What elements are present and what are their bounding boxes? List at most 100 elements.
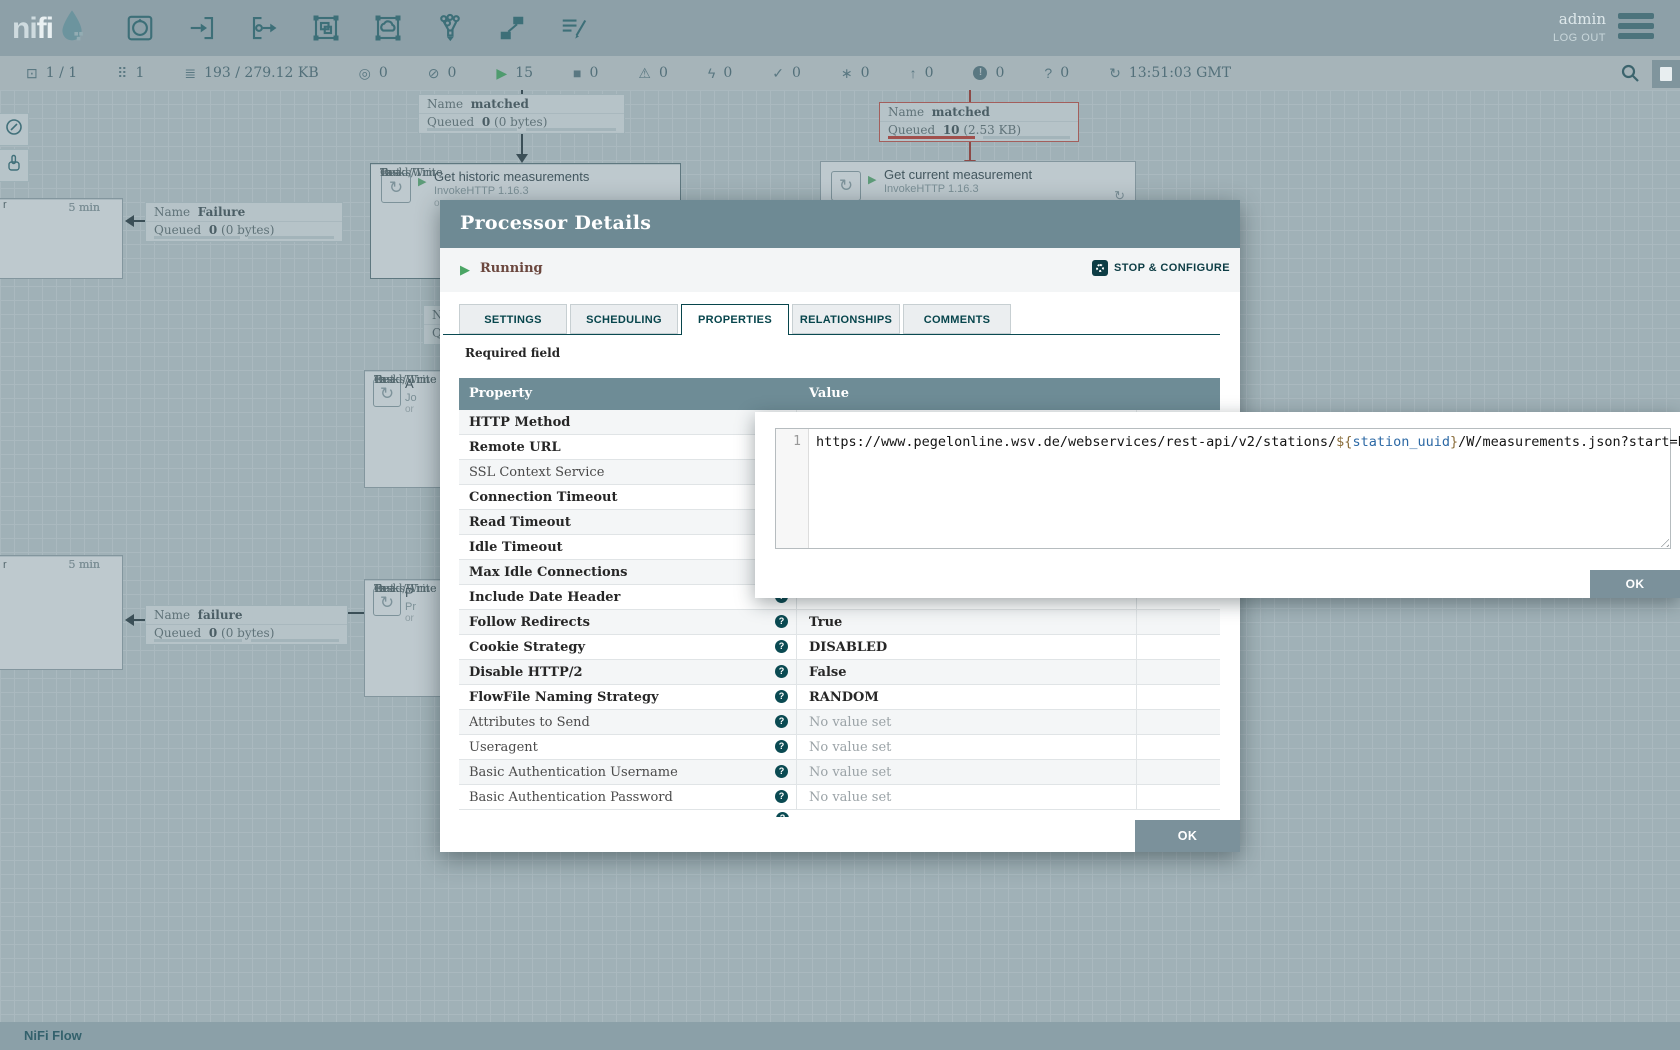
processor-type-fragment: Jo xyxy=(405,392,417,404)
status-icon: ⊡ xyxy=(26,65,38,82)
stop-and-configure-button[interactable]: STOP & CONFIGURE xyxy=(1092,260,1230,276)
processor-type-icon: ↻ xyxy=(831,171,861,201)
tab[interactable]: COMMENTS xyxy=(903,304,1011,334)
tab[interactable]: PROPERTIES xyxy=(681,304,789,335)
connection-name: matched xyxy=(932,105,990,119)
resize-handle[interactable] xyxy=(1657,535,1669,547)
queued-size: (0 bytes) xyxy=(221,626,274,640)
tab[interactable]: SCHEDULING xyxy=(570,304,678,334)
property-name-cell: FlowFile Naming Strategy ? xyxy=(459,685,797,709)
running-status-text: Running xyxy=(480,261,543,276)
help-icon: ? xyxy=(776,812,789,817)
dialog-tabs: SETTINGSSCHEDULINGPROPERTIESRELATIONSHIP… xyxy=(443,304,1220,335)
status-item: ⠿ 1 xyxy=(117,65,144,82)
property-name: Disable HTTP/2 xyxy=(469,665,583,680)
page-icon xyxy=(1660,67,1672,81)
help-icon[interactable]: ? xyxy=(775,665,788,678)
app-header: nifi admin LOG OUT xyxy=(0,0,1680,56)
status-icon: ∗ xyxy=(841,65,853,82)
connection-label-matched-historic[interactable]: Name matched Queued 0 (0 bytes) xyxy=(418,94,625,134)
property-name-cell: Read Timeout ? xyxy=(459,510,797,534)
help-icon[interactable]: ? xyxy=(775,715,788,728)
status-value: 0 xyxy=(1060,65,1069,81)
url-text: https://www.pegelonline.wsv.de/webservic… xyxy=(816,434,1336,450)
template-icon[interactable] xyxy=(494,10,530,46)
status-icon: ■ xyxy=(573,65,581,81)
property-name: SSL Context Service xyxy=(469,465,604,480)
property-value-cell[interactable]: True xyxy=(797,610,1137,634)
hand-icon xyxy=(5,154,23,177)
property-name-cell: Attributes to Send ? xyxy=(459,710,797,734)
breadcrumb-bar: NiFi Flow xyxy=(0,1022,1680,1050)
connection-name-label: Name xyxy=(427,97,463,111)
status-icon: ≣ xyxy=(184,65,196,82)
connection-name-label: Name xyxy=(154,608,190,622)
property-value-cell[interactable]: DISABLED xyxy=(797,635,1137,659)
property-value-cell[interactable]: No value set xyxy=(797,760,1137,784)
tab[interactable]: RELATIONSHIPS xyxy=(792,304,900,334)
status-value: 0 xyxy=(861,65,870,81)
remote-process-group-icon[interactable] xyxy=(370,10,406,46)
label-icon[interactable] xyxy=(556,10,592,46)
status-item: ∗ 0 xyxy=(841,65,870,82)
row-spacer xyxy=(1137,760,1220,784)
global-menu-icon[interactable] xyxy=(1618,13,1654,39)
output-port-icon[interactable] xyxy=(246,10,282,46)
queued-count: 0 xyxy=(482,115,490,129)
navigate-palette-button[interactable] xyxy=(0,113,29,146)
connection-label-failure-upper[interactable]: Name Failure Queued 0 (0 bytes) xyxy=(145,202,343,242)
status-item: ▶ 15 xyxy=(496,65,533,82)
processor-left-lower-partial[interactable]: r 5 min5 min5 min5 min xyxy=(0,555,123,670)
help-icon[interactable]: ? xyxy=(775,640,788,653)
help-icon[interactable]: ? xyxy=(775,690,788,703)
flow-settings-button[interactable] xyxy=(1652,60,1680,88)
connection-label-failure-lower[interactable]: Name failure Queued 0 (0 bytes) xyxy=(145,605,348,645)
breadcrumb[interactable]: NiFi Flow xyxy=(24,1028,82,1043)
funnel-icon[interactable] xyxy=(432,10,468,46)
editor-ok-button[interactable]: OK xyxy=(1590,570,1680,598)
property-value-cell[interactable]: No value set xyxy=(797,785,1137,809)
processor-icon[interactable] xyxy=(122,10,158,46)
value-column-header: Value xyxy=(797,378,849,410)
connection-label-matched-current[interactable]: Name matched Queued 10 (2.53 KB) xyxy=(879,102,1079,142)
search-button[interactable] xyxy=(1620,63,1640,88)
process-group-icon[interactable] xyxy=(308,10,344,46)
status-value: 0 xyxy=(925,65,934,81)
operate-palette-button[interactable] xyxy=(0,149,29,182)
help-icon[interactable]: ? xyxy=(775,790,788,803)
property-value-cell[interactable]: False xyxy=(797,660,1137,684)
dialog-ok-button[interactable]: OK xyxy=(1135,820,1240,852)
queued-count: 0 xyxy=(209,223,217,237)
value-editor[interactable]: 1 https://www.pegelonline.wsv.de/webserv… xyxy=(775,428,1671,549)
property-value-cell[interactable]: No value set xyxy=(797,710,1137,734)
property-value-cell[interactable]: RANDOM xyxy=(797,685,1137,709)
remote-url-value[interactable]: https://www.pegelonline.wsv.de/webservic… xyxy=(816,434,1666,450)
dialog-status-row: ▶ Running STOP & CONFIGURE xyxy=(440,248,1240,292)
processor-type: InvokeHTTP 1.16.3 xyxy=(884,183,979,195)
help-icon[interactable]: ? xyxy=(775,740,788,753)
input-port-icon[interactable] xyxy=(184,10,220,46)
property-row: Basic Authentication Password ? No value… xyxy=(459,785,1220,810)
status-value: 13:51:03 GMT xyxy=(1129,65,1231,81)
processor-left-upper-partial[interactable]: r 5 min5 min5 min5 min xyxy=(0,198,123,279)
property-value-cell[interactable]: No value set xyxy=(797,735,1137,759)
property-value: No value set xyxy=(809,790,891,805)
queued-count: 0 xyxy=(209,626,217,640)
help-icon[interactable]: ? xyxy=(775,615,788,628)
connection-line xyxy=(134,619,145,621)
property-name: FlowFile Naming Strategy xyxy=(469,690,659,705)
property-value: No value set xyxy=(809,715,891,730)
status-item: ◎ 0 xyxy=(359,65,388,82)
status-icon: ? xyxy=(1044,65,1052,81)
logout-link[interactable]: LOG OUT xyxy=(1553,32,1606,44)
status-value: 1 / 1 xyxy=(46,65,77,81)
connection-arrow xyxy=(125,215,134,227)
property-name-cell: Disable HTTP/2 ? xyxy=(459,660,797,684)
status-item: ↑ 0 xyxy=(910,65,934,81)
property-name: Attributes to Send xyxy=(469,715,590,730)
help-icon[interactable]: ? xyxy=(775,765,788,778)
queued-size-bar xyxy=(251,639,339,642)
drop-icon xyxy=(57,8,87,49)
tab[interactable]: SETTINGS xyxy=(459,304,567,334)
property-name: Basic Authentication Password xyxy=(469,790,673,805)
